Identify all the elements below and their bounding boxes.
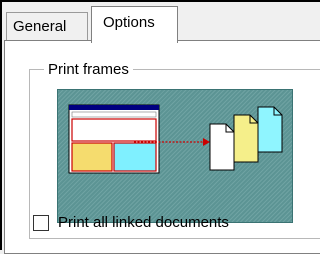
- print-frames-picture: [68, 104, 283, 174]
- tab-general-label: General: [13, 18, 67, 35]
- tab-strip: General Options: [4, 4, 320, 44]
- framed-window-icon: [68, 104, 160, 174]
- dialog-frame: General Options Print frames Print all l…: [0, 0, 320, 254]
- printed-pages-icon: [209, 106, 283, 171]
- print-linked-label[interactable]: Print all linked documents: [58, 214, 229, 232]
- tab-options[interactable]: Options: [91, 6, 178, 43]
- print-linked-checkbox[interactable]: [33, 215, 49, 231]
- tab-general[interactable]: General: [6, 12, 88, 42]
- tab-options-label: Options: [103, 14, 155, 31]
- print-frames-title: Print frames: [44, 61, 133, 79]
- print-frames-illustration: [57, 89, 293, 223]
